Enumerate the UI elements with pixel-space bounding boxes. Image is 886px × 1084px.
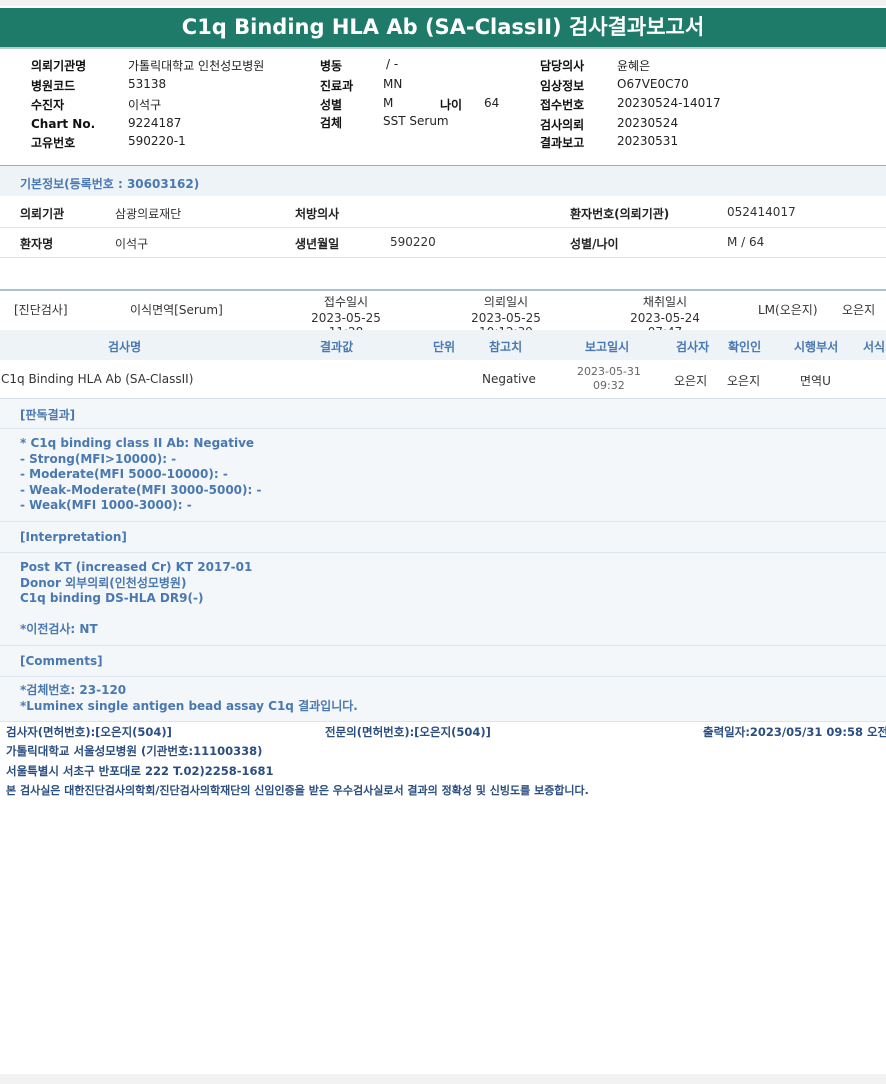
specimen-type: 이식면역[Serum] — [130, 303, 223, 317]
patient-no-label: 환자번호(의뢰기관) — [570, 207, 670, 221]
clinical-info-label: 임상정보 — [540, 79, 585, 93]
report-header: 의뢰기관명 가톨릭대학교 인천성모병원 병원코드 53138 수진자 이석구 C… — [0, 52, 886, 164]
hospital-name-label: 의뢰기관명 — [31, 59, 87, 73]
col-unit: 단위 — [433, 340, 456, 354]
sex-age-label: 성별/나이 — [570, 237, 619, 251]
report-date-value: 20230531 — [617, 134, 679, 148]
comments-heading: [Comments] — [0, 646, 886, 677]
interpretation-title: [Interpretation] — [20, 530, 127, 544]
patient-value: 이석구 — [128, 98, 162, 112]
person-value: 오은지 — [842, 303, 876, 317]
col-tester: 검사자 — [676, 340, 710, 354]
col-test-name: 검사명 — [108, 340, 142, 354]
patient-name-label: 환자명 — [20, 237, 54, 251]
table-row: C1q Binding HLA Ab (SA-ClassII) Negative… — [0, 361, 886, 399]
judgement-heading: [판독결과] — [0, 399, 886, 429]
accession-label: 접수번호 — [540, 98, 585, 112]
hospital-name-value: 가톨릭대학교 인천성모병원 — [128, 59, 265, 73]
judgement-title: [판독결과] — [20, 408, 76, 422]
tester-cell: 오은지 — [674, 374, 708, 388]
tester-license: 검사자(면허번호):[오은지(504)] — [6, 725, 172, 739]
diagnostic-info: [진단검사] 이식면역[Serum] 접수일시 2023-05-25 11:28… — [0, 289, 886, 339]
judgement-body: * C1q binding class II Ab: Negative - St… — [0, 429, 886, 522]
lm-value: LM(오은지) — [758, 303, 818, 317]
comments-body: *검체번호: 23-120 *Luminex single antigen be… — [0, 677, 886, 722]
basic-info-heading: 기본정보(등록번호 : 30603162) — [0, 166, 886, 196]
basic-info-row: 의뢰기관 삼광의료재단 처방의사 환자번호(의뢰기관) 052414017 — [0, 197, 886, 228]
judgement-text: * C1q binding class II Ab: Negative - St… — [20, 436, 262, 512]
basic-info-title: 기본정보(등록번호 : 30603162) — [20, 177, 200, 191]
prescriber-label: 처방의사 — [295, 207, 340, 221]
collected-label: 채취일시 — [642, 295, 688, 309]
specialist-license: 전문의(면허번호):[오은지(504)] — [325, 725, 491, 739]
basic-info-row: 환자명 이석구 생년월일 590220 성별/나이 M / 64 — [0, 228, 886, 258]
sex-value: M — [383, 96, 394, 110]
age-value: 64 — [484, 96, 500, 110]
hospital-address: 서울특별시 서초구 반포대로 222 T.02)2258-1681 — [6, 764, 274, 778]
birthdate-label: 생년월일 — [295, 237, 340, 251]
interpretation-heading: [Interpretation] — [0, 522, 886, 553]
col-reference: 참고치 — [489, 340, 523, 354]
test-name-cell: C1q Binding HLA Ab (SA-ClassII) — [1, 372, 194, 386]
doctor-label: 담당의사 — [540, 59, 585, 73]
interpretation-text: Post KT (increased Cr) KT 2017-01 Donor … — [20, 560, 253, 636]
ward-value: / - — [386, 57, 399, 71]
hospital-code-label: 병원코드 — [31, 79, 76, 93]
top-strip — [0, 0, 886, 6]
department-value: MN — [383, 77, 403, 91]
ward-label: 병동 — [320, 59, 343, 73]
department-label: 진료과 — [320, 79, 354, 93]
hospital-code-value: 53138 — [128, 77, 167, 91]
request-date-label: 검사의뢰 — [540, 118, 585, 132]
comments-title: [Comments] — [20, 654, 103, 668]
requester-label: 의뢰기관 — [20, 207, 65, 221]
sex-age-value: M / 64 — [727, 235, 765, 249]
bottom-strip — [0, 1074, 886, 1084]
col-form: 서식 — [863, 340, 886, 354]
report-time-cell: 09:32 — [593, 379, 625, 392]
unique-id-value: 590220-1 — [128, 134, 186, 148]
department-cell: 면역U — [800, 374, 831, 388]
report-date-label: 결과보고 — [540, 136, 585, 150]
specimen-label: 검체 — [320, 116, 343, 130]
patient-no-value: 052414017 — [727, 205, 796, 219]
request-date-value: 20230524 — [617, 116, 679, 130]
birthdate-value: 590220 — [390, 235, 436, 249]
patient-label: 수진자 — [31, 98, 65, 112]
col-confirmer: 확인인 — [728, 340, 762, 354]
unique-id-label: 고유번호 — [31, 136, 76, 150]
certification-note: 본 검사실은 대한진단검사의학회/진단검사의학재단의 신임인증을 받은 우수검사… — [6, 784, 589, 797]
chart-no-value: 9224187 — [128, 116, 182, 130]
received-label: 접수일시 — [323, 295, 369, 309]
age-label: 나이 — [440, 98, 463, 112]
patient-name-value: 이석구 — [115, 237, 149, 251]
comments-text: *검체번호: 23-120 *Luminex single antigen be… — [20, 683, 358, 713]
report-title: C1q Binding HLA Ab (SA-ClassII) 검사결과보고서 — [0, 8, 886, 47]
col-report-time: 보고일시 — [585, 340, 630, 354]
doctor-value: 윤혜은 — [617, 59, 651, 73]
print-date: 출력일자:2023/05/31 09:58 오전 — [703, 725, 886, 739]
reference-cell: Negative — [482, 372, 536, 386]
col-department: 시행부서 — [794, 340, 839, 354]
clinical-info-value: O67VE0C70 — [617, 77, 689, 91]
requested-label: 의뢰일시 — [483, 295, 529, 309]
col-result: 결과값 — [320, 340, 354, 354]
sex-label: 성별 — [320, 98, 343, 112]
confirmer-cell: 오은지 — [727, 374, 761, 388]
hospital-info: 가톨릭대학교 서울성모병원 (기관번호:11100338) — [6, 744, 263, 758]
accession-value: 20230524-14017 — [617, 96, 721, 110]
chart-no-label: Chart No. — [31, 117, 96, 131]
test-category: [진단검사] — [14, 303, 68, 317]
report-date-cell: 2023-05-31 — [577, 365, 641, 378]
specimen-value: SST Serum — [383, 114, 449, 128]
interpretation-body: Post KT (increased Cr) KT 2017-01 Donor … — [0, 553, 886, 646]
results-table-header: 검사명 결과값 단위 참고치 보고일시 검사자 확인인 시행부서 서식 — [0, 330, 886, 360]
requester-value: 삼광의료재단 — [115, 207, 182, 221]
